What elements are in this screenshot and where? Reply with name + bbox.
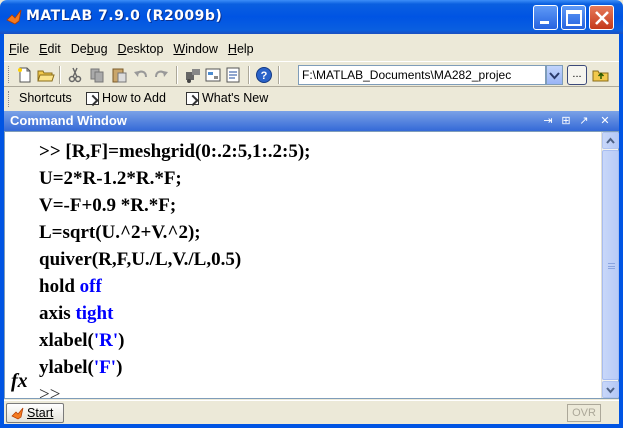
window-frame-bottom	[0, 424, 623, 428]
command-window[interactable]: >> [R,F]=meshgrid(0:.2:5,1:.2:5); U=2*R-…	[4, 131, 619, 405]
menu-file[interactable]: File	[4, 42, 34, 56]
browse-folder-button[interactable]: ...	[567, 65, 587, 85]
toolbar: ? F:\MATLAB_Documents\MA282_projec ...	[4, 61, 619, 87]
function-browser-icon[interactable]: fx	[11, 370, 28, 393]
profiler-icon[interactable]	[224, 66, 242, 84]
scroll-up-button[interactable]	[602, 132, 619, 149]
code-line: axis tight	[39, 303, 114, 324]
minimize-button[interactable]	[533, 5, 558, 30]
help-icon[interactable]: ?	[255, 66, 273, 84]
shortcut-how-to-add[interactable]: How to Add	[102, 91, 166, 105]
code-line: V=-F+0.9 *R.*F;	[39, 195, 177, 216]
string-literal: 'R'	[93, 330, 119, 351]
new-file-icon[interactable]	[16, 66, 34, 84]
chevron-down-icon	[549, 72, 560, 80]
menu-window[interactable]: Window	[168, 42, 222, 56]
menu-edit[interactable]: Edit	[34, 42, 66, 56]
toolbar-grip[interactable]	[8, 66, 11, 83]
window-frame-right	[619, 34, 623, 428]
undo-icon[interactable]	[132, 66, 150, 84]
menu-debug[interactable]: Debug	[66, 42, 113, 56]
close-icon	[595, 11, 609, 25]
maximize-button[interactable]	[561, 5, 586, 30]
start-button[interactable]: Start	[6, 403, 64, 423]
status-bar: Start OVR	[4, 400, 619, 424]
redo-icon[interactable]	[152, 66, 170, 84]
current-folder-input[interactable]: F:\MATLAB_Documents\MA282_projec	[298, 65, 546, 85]
code-line: ylabel('F')	[39, 357, 123, 378]
command-window-title: Command Window	[10, 113, 127, 128]
toolbar-separator	[59, 66, 61, 84]
code-line: >> [R,F]=meshgrid(0:.2:5,1:.2:5);	[39, 141, 311, 162]
current-folder-dropdown[interactable]	[546, 65, 563, 85]
toolbar-separator	[248, 66, 250, 84]
shortcut-link-icon	[186, 92, 199, 105]
keyword-off: off	[79, 276, 102, 297]
code-line: L=sqrt(U.^2+V.^2);	[39, 222, 201, 243]
guide-icon[interactable]	[204, 66, 222, 84]
maximize-icon	[566, 10, 582, 26]
command-window-gutter	[5, 132, 35, 398]
vertical-scrollbar[interactable]	[601, 132, 619, 398]
shortcuts-label[interactable]: Shortcuts	[19, 91, 72, 105]
scroll-down-button[interactable]	[602, 381, 619, 398]
toolbar-separator	[176, 66, 178, 84]
command-history-text: >> [R,F]=meshgrid(0:.2:5,1:.2:5); U=2*R-…	[39, 138, 599, 408]
up-folder-icon[interactable]	[592, 66, 610, 84]
string-literal: 'F'	[93, 357, 117, 378]
cut-icon[interactable]	[66, 66, 84, 84]
code-line: quiver(R,F,U./L,V./L,0.5)	[39, 249, 242, 270]
start-label: Start	[27, 406, 54, 420]
simulink-icon[interactable]	[184, 66, 202, 84]
menu-desktop[interactable]: Desktop	[113, 42, 169, 56]
copy-icon[interactable]	[88, 66, 106, 84]
chevron-up-icon	[606, 137, 615, 144]
paste-icon[interactable]	[110, 66, 128, 84]
code-line: xlabel('R')	[39, 330, 125, 351]
command-window-header: Command Window ⇥ ⊞ ↗ ✕	[4, 111, 619, 131]
close-button[interactable]	[589, 5, 614, 30]
matlab-logo-icon	[6, 9, 22, 25]
undock-icon[interactable]: ⊞	[559, 114, 573, 128]
svg-text:?: ?	[261, 70, 268, 82]
scrollbar-thumb[interactable]	[602, 150, 619, 380]
open-folder-icon[interactable]	[37, 66, 55, 84]
keyword-tight: tight	[75, 303, 114, 324]
close-pane-icon[interactable]: ✕	[598, 114, 612, 128]
toolbar-separator	[278, 66, 280, 84]
window-title: MATLAB 7.9.0 (R2009b)	[26, 8, 223, 24]
shortcuts-bar: Shortcuts How to Add What's New	[4, 88, 619, 110]
overwrite-indicator: OVR	[567, 404, 601, 422]
title-bar: MATLAB 7.9.0 (R2009b)	[0, 0, 623, 34]
matlab-start-icon	[11, 407, 24, 420]
shortcut-link-icon	[86, 92, 99, 105]
minimize-icon	[540, 21, 549, 24]
maximize-pane-icon[interactable]: ↗	[577, 114, 591, 128]
menu-bar: File Edit Debug Desktop Window Help	[4, 38, 619, 60]
code-line: U=2*R-1.2*R.*F;	[39, 168, 182, 189]
code-line: hold off	[39, 276, 102, 297]
shortcuts-grip[interactable]	[8, 91, 11, 107]
dock-icon[interactable]: ⇥	[541, 114, 555, 128]
chevron-down-icon	[606, 387, 615, 394]
scrollbar-grip-icon	[608, 263, 615, 269]
menu-help[interactable]: Help	[223, 42, 259, 56]
shortcut-whats-new[interactable]: What's New	[202, 91, 268, 105]
